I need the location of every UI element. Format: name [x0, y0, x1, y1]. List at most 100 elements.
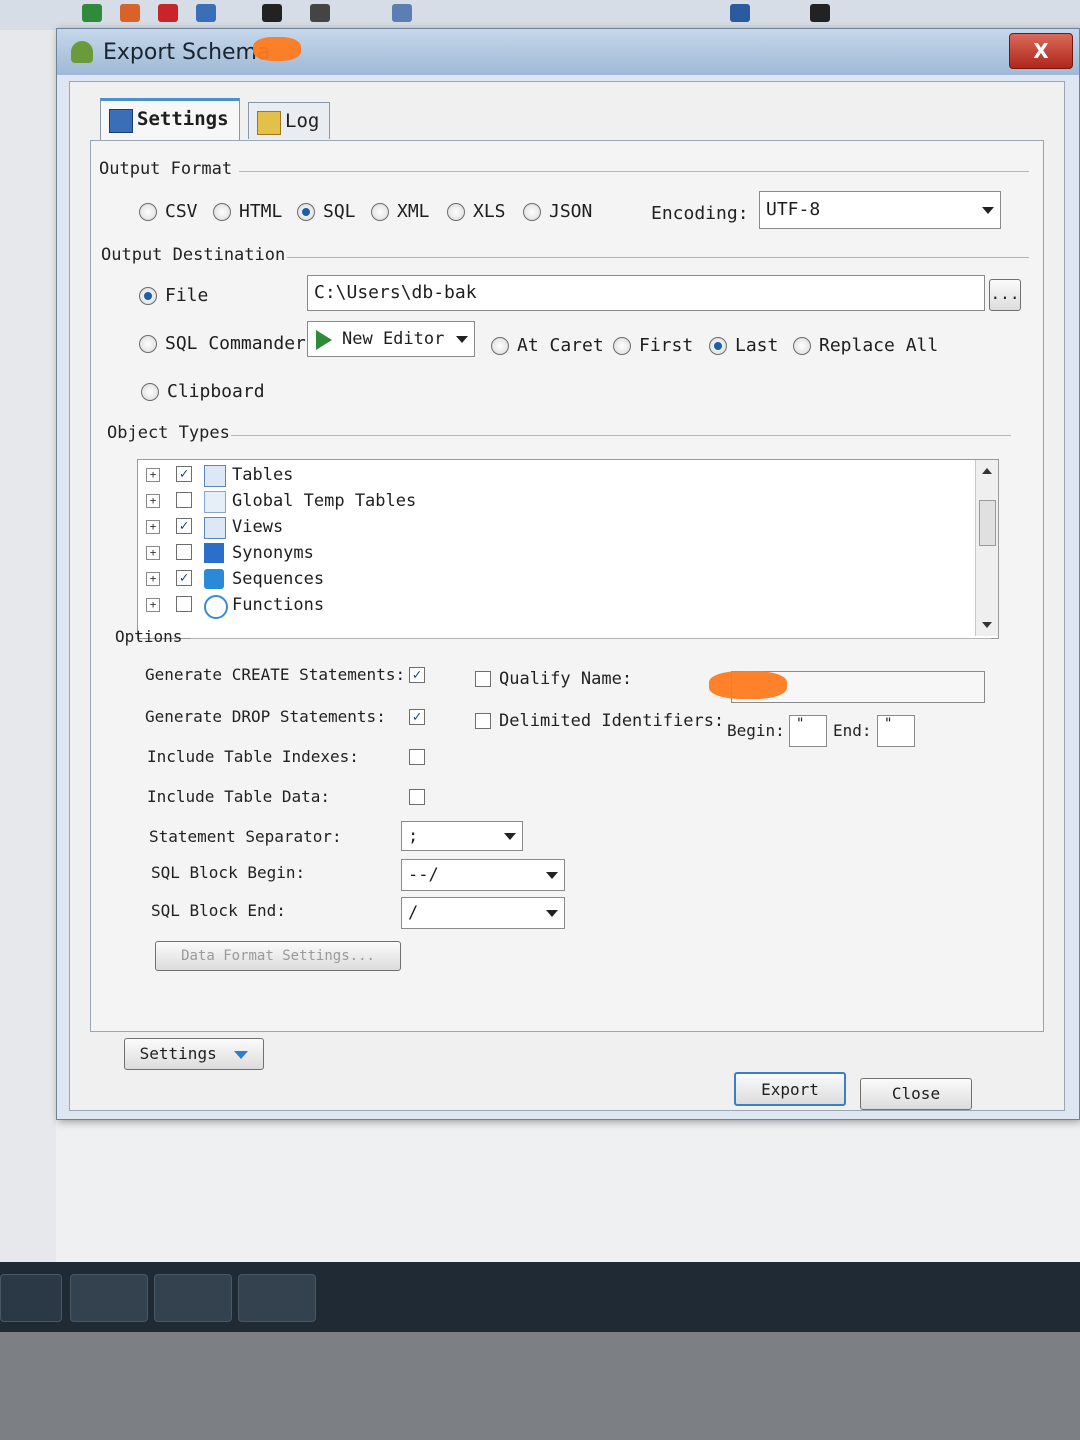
- global-temp-tables-checkbox[interactable]: [176, 492, 192, 508]
- radio-circle-selected: [709, 336, 727, 355]
- synonyms-checkbox[interactable]: [176, 544, 192, 560]
- generate-create-checkbox[interactable]: ✓: [409, 667, 425, 683]
- radio-label: First: [639, 335, 694, 356]
- chevron-down-icon: [546, 872, 558, 879]
- tab-settings[interactable]: Settings: [100, 98, 240, 143]
- export-button[interactable]: Export: [734, 1072, 846, 1106]
- radio-label: Last: [735, 335, 779, 356]
- close-button[interactable]: Close: [860, 1078, 972, 1110]
- radio-at-caret[interactable]: At Caret: [491, 335, 604, 356]
- radio-sql-commander[interactable]: SQL Commander: [139, 333, 306, 354]
- expand-icon[interactable]: +: [146, 572, 160, 586]
- radio-replace-all[interactable]: Replace All: [793, 335, 938, 356]
- include-data-label: Include Table Data:: [147, 787, 331, 806]
- sql-block-begin-value: --/: [408, 865, 439, 885]
- file-path-input[interactable]: C:\Users\db-bak: [307, 275, 985, 311]
- chevron-down-icon: [456, 336, 468, 343]
- include-data-checkbox[interactable]: [409, 789, 425, 805]
- end-input[interactable]: ": [877, 715, 915, 747]
- radio-clipboard[interactable]: Clipboard: [141, 381, 265, 402]
- temp-table-icon: [204, 491, 226, 513]
- sql-block-end-select[interactable]: /: [401, 897, 565, 929]
- radio-circle: [139, 334, 157, 353]
- radio-html[interactable]: HTML: [213, 201, 282, 222]
- settings-menu-button[interactable]: Settings: [124, 1038, 264, 1070]
- tab-log[interactable]: Log: [248, 102, 331, 139]
- qualify-name-checkbox[interactable]: [475, 671, 491, 687]
- tree-row-global-temp-tables[interactable]: + Global Temp Tables: [138, 490, 958, 514]
- encoding-select[interactable]: UTF-8: [759, 191, 1001, 229]
- radio-last[interactable]: Last: [709, 335, 778, 356]
- scroll-down-icon[interactable]: [982, 622, 992, 628]
- tree-label: Functions: [232, 595, 325, 615]
- sequences-checkbox[interactable]: ✓: [176, 570, 192, 586]
- tree-scrollbar[interactable]: [975, 460, 998, 636]
- browse-button[interactable]: ...: [989, 279, 1021, 311]
- radio-label: SQL: [323, 201, 356, 222]
- editor-select[interactable]: New Editor: [307, 321, 475, 357]
- tree-row-sequences[interactable]: + ✓ Sequences: [138, 568, 958, 592]
- data-format-settings-button[interactable]: Data Format Settings...: [155, 941, 401, 971]
- title-bar[interactable]: Export Schema X: [57, 29, 1079, 75]
- chevron-down-icon: [982, 207, 994, 214]
- tree-label: Global Temp Tables: [232, 491, 417, 511]
- expand-icon[interactable]: +: [146, 494, 160, 508]
- statement-separator-select[interactable]: ;: [401, 821, 523, 851]
- include-indexes-checkbox[interactable]: [409, 749, 425, 765]
- radio-json[interactable]: JSON: [523, 201, 592, 222]
- radio-label: At Caret: [517, 335, 604, 356]
- radio-circle-selected: [139, 286, 157, 305]
- radio-circle: [371, 202, 389, 221]
- radio-first[interactable]: First: [613, 335, 693, 356]
- radio-csv[interactable]: CSV: [139, 201, 198, 222]
- delimited-identifiers-checkbox[interactable]: [475, 713, 491, 729]
- log-document-icon: [257, 111, 281, 135]
- sequence-icon: [204, 569, 224, 589]
- window-title: Export Schema: [103, 40, 271, 65]
- expand-icon[interactable]: +: [146, 520, 160, 534]
- radio-sql[interactable]: SQL: [297, 201, 356, 222]
- toolbar-tool-icon: [310, 4, 330, 22]
- taskbar-app-icon[interactable]: [238, 1274, 316, 1322]
- taskbar-app-icon[interactable]: [154, 1274, 232, 1322]
- radio-circle: [447, 202, 465, 221]
- sql-block-end-label: SQL Block End:: [151, 901, 286, 920]
- radio-circle: [793, 336, 811, 355]
- sql-block-begin-select[interactable]: --/: [401, 859, 565, 891]
- generate-drop-checkbox[interactable]: ✓: [409, 709, 425, 725]
- settings-menu-label: Settings: [139, 1044, 217, 1063]
- begin-input[interactable]: ": [789, 715, 827, 747]
- output-format-heading: Output Format: [99, 159, 233, 179]
- expand-icon[interactable]: +: [146, 598, 160, 612]
- redaction-mark: [253, 37, 301, 61]
- tree-row-views[interactable]: + ✓ Views: [138, 516, 958, 540]
- radio-label: SQL Commander: [165, 333, 306, 354]
- scroll-up-icon[interactable]: [982, 468, 992, 474]
- radio-xml[interactable]: XML: [371, 201, 430, 222]
- tree-row-tables[interactable]: + ✓ Tables: [138, 464, 958, 488]
- tree-label: Sequences: [232, 569, 325, 589]
- radio-circle: [213, 202, 231, 221]
- radio-file[interactable]: File: [139, 285, 208, 306]
- object-types-tree[interactable]: + ✓ Tables + Global Temp Tables + ✓ View…: [137, 459, 999, 639]
- view-icon: [204, 517, 226, 539]
- functions-checkbox[interactable]: [176, 596, 192, 612]
- tree-row-functions[interactable]: + Functions: [138, 594, 958, 619]
- radio-circle: [141, 382, 159, 401]
- tree-row-synonyms[interactable]: + Synonyms: [138, 542, 958, 566]
- chevron-down-icon: [234, 1050, 249, 1059]
- expand-icon[interactable]: +: [146, 546, 160, 560]
- views-checkbox[interactable]: ✓: [176, 518, 192, 534]
- redaction-mark: [709, 671, 787, 699]
- generate-drop-label: Generate DROP Statements:: [145, 707, 386, 726]
- taskbar-browser-icon[interactable]: [0, 1274, 62, 1322]
- chevron-down-icon: [504, 833, 516, 840]
- statement-separator-value: ;: [408, 826, 419, 846]
- scroll-thumb[interactable]: [979, 500, 996, 546]
- window-close-button[interactable]: X: [1009, 33, 1073, 69]
- tables-checkbox[interactable]: ✓: [176, 466, 192, 482]
- radio-xls[interactable]: XLS: [447, 201, 506, 222]
- statement-separator-label: Statement Separator:: [149, 827, 342, 846]
- expand-icon[interactable]: +: [146, 468, 160, 482]
- taskbar-ide-icon[interactable]: [70, 1274, 148, 1322]
